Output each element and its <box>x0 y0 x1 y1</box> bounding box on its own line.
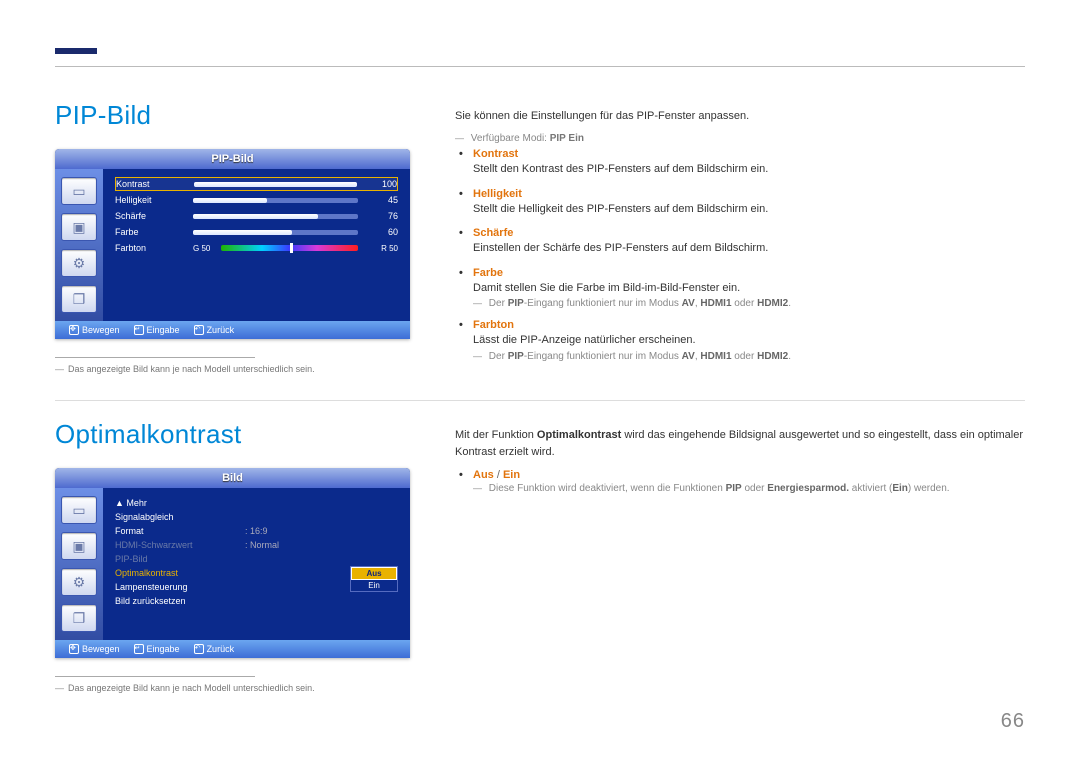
page-number: 66 <box>1001 710 1025 733</box>
dropdown-aus-ein: Aus Ein <box>350 566 398 592</box>
item-kontrast: Kontrast <box>473 148 1025 160</box>
osd-row-helligkeit: Helligkeit 45 <box>115 193 398 207</box>
section-optimalkontrast: Optimalkontrast Bild ▭ ▣ ⚙ ❐ ▲ Mehr Sign… <box>55 419 1025 693</box>
osd-sidebar: ▭ ▣ ⚙ ❐ <box>55 169 103 321</box>
picture-icon: ▣ <box>61 213 97 241</box>
osd-row-schaerfe: Schärfe 76 <box>115 209 398 223</box>
header-accent-bar <box>55 48 97 54</box>
image-disclaimer: Das angezeigte Bild kann je nach Modell … <box>55 364 410 374</box>
input-icon: ▭ <box>61 177 97 205</box>
menu-hdmi-schwarzwert: HDMI-Schwarzwert: Normal <box>115 538 398 552</box>
menu-format: Format: 16:9 <box>115 524 398 538</box>
menu-lampensteuerung: Lampensteuerung <box>115 580 350 594</box>
multi-icon: ❐ <box>61 604 97 632</box>
image-disclaimer-2: Das angezeigte Bild kann je nach Modell … <box>55 683 410 693</box>
section-title: PIP-Bild <box>55 100 410 131</box>
enter-icon: ↵ <box>134 644 144 654</box>
menu-pip-bild: PIP-Bild <box>115 552 398 566</box>
footnote-rule-2 <box>55 676 255 677</box>
section-title-2: Optimalkontrast <box>55 419 410 450</box>
osd-title-2: Bild <box>55 468 410 488</box>
return-icon: ↶ <box>194 325 204 335</box>
settings-icon: ⚙ <box>61 249 97 277</box>
intro-text-2: Mit der Funktion Optimalkontrast wird da… <box>455 427 1025 461</box>
picture-icon: ▣ <box>61 532 97 560</box>
settings-icon: ⚙ <box>61 568 97 596</box>
disable-note: Diese Funktion wird deaktiviert, wenn di… <box>473 483 1025 494</box>
item-farbe: Farbe <box>473 267 1025 279</box>
section-divider <box>55 400 1025 401</box>
osd-footer-2: ✥Bewegen ↵Eingabe ↶Zurück <box>55 640 410 658</box>
intro-text: Sie können die Einstellungen für das PIP… <box>455 108 1025 125</box>
input-icon: ▭ <box>61 496 97 524</box>
item-farbton: Farbton <box>473 319 1025 331</box>
osd-title: PIP-Bild <box>55 149 410 169</box>
move-icon: ✥ <box>69 325 79 335</box>
header-rule <box>55 66 1025 67</box>
pip-input-note-1: Der PIP-Eingang funktioniert nur im Modu… <box>473 298 1025 309</box>
return-icon: ↶ <box>194 644 204 654</box>
menu-bild-zuruecksetzen: Bild zurücksetzen <box>115 594 398 608</box>
mode-note: Verfügbare Modi: PIP Ein <box>455 133 1025 144</box>
menu-signalabgleich: Signalabgleich <box>115 510 398 524</box>
move-icon: ✥ <box>69 644 79 654</box>
item-helligkeit: Helligkeit <box>473 188 1025 200</box>
osd-row-farbton: Farbton G 50 R 50 <box>115 241 398 255</box>
osd-bild: Bild ▭ ▣ ⚙ ❐ ▲ Mehr Signalabgleich Forma… <box>55 468 410 658</box>
item-schaerfe: Schärfe <box>473 227 1025 239</box>
osd-pip: PIP-Bild ▭ ▣ ⚙ ❐ Kontrast 100 Helligkeit <box>55 149 410 339</box>
menu-more: ▲ Mehr <box>115 496 398 510</box>
osd-footer: ✥Bewegen ↵Eingabe ↶Zurück <box>55 321 410 339</box>
multi-icon: ❐ <box>61 285 97 313</box>
menu-optimalkontrast: Optimalkontrast <box>115 566 350 580</box>
osd-row-kontrast: Kontrast 100 <box>115 177 398 191</box>
enter-icon: ↵ <box>134 325 144 335</box>
pip-input-note-2: Der PIP-Eingang funktioniert nur im Modu… <box>473 351 1025 362</box>
section-pip-bild: PIP-Bild PIP-Bild ▭ ▣ ⚙ ❐ Kontrast 100 <box>55 100 1025 374</box>
osd-row-farbe: Farbe 60 <box>115 225 398 239</box>
item-aus-ein: Aus / Ein <box>473 469 1025 481</box>
footnote-rule <box>55 357 255 358</box>
